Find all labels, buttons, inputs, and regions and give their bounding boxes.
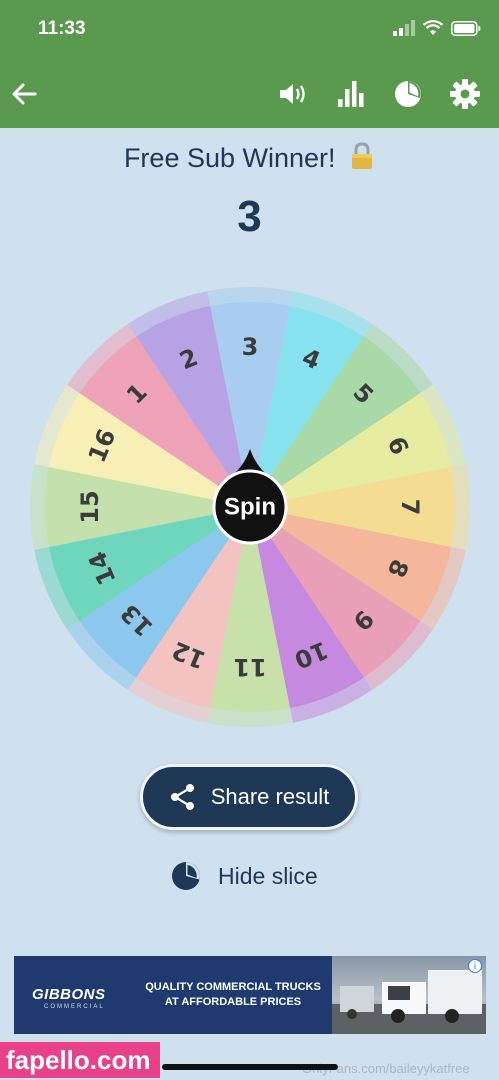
wheel-slice-label: 7 [396, 499, 424, 516]
spin-result: 3 [237, 192, 262, 241]
wheel-slice-label: 11 [233, 653, 266, 681]
ad-banner[interactable]: GIBBONS COMMERCIAL QUALITY COMMERCIAL TR… [14, 956, 486, 1034]
wheel-title: Free Sub Winner! [0, 142, 499, 174]
status-bar: 11:33 [0, 0, 499, 60]
ad-truck-image [332, 956, 486, 1034]
battery-icon [451, 20, 481, 36]
pie-slice-icon [172, 862, 200, 890]
ad-line-1: QUALITY COMMERCIAL TRUCKS [145, 981, 321, 993]
spin-wheel[interactable]: 3 4 5 6 7 8 9 10 11 12 13 14 15 16 1 2 Spin [29, 287, 470, 727]
wheel-slice-label: 15 [76, 490, 104, 523]
pie-chart-icon[interactable] [390, 76, 426, 112]
status-icons [393, 20, 481, 36]
share-result-label: Share result [210, 784, 330, 809]
spin-button-label: Spin [224, 494, 276, 521]
ad-line-2: AT AFFORDABLE PRICES [164, 996, 302, 1008]
ad-brand: GIBBONS [32, 986, 106, 1003]
share-icon [170, 784, 194, 810]
ad-info-icon[interactable]: i [468, 959, 482, 973]
share-result-button[interactable]: Share result [140, 764, 358, 830]
status-time: 11:33 [38, 18, 86, 39]
wifi-icon [423, 20, 443, 35]
ad-brand-sub: COMMERCIAL [44, 1004, 105, 1010]
hide-slice-button[interactable]: Hide slice [170, 858, 318, 894]
wheel-graphic[interactable]: 3 4567891011121314151612Spin [29, 287, 470, 727]
wheel-title-text: Free Sub Winner! [123, 143, 336, 173]
stats-icon[interactable] [332, 76, 368, 112]
volume-icon[interactable] [276, 76, 312, 112]
app-bar [0, 60, 499, 128]
lock-icon [352, 142, 373, 169]
signal-icon [393, 20, 415, 36]
watermark-badge: fapello.com [0, 1042, 160, 1078]
ad-text: QUALITY COMMERCIAL TRUCKS AT AFFORDABLE … [138, 980, 328, 1010]
arrow-left-icon[interactable] [6, 76, 42, 112]
hide-slice-label: Hide slice [218, 862, 318, 889]
home-indicator [162, 1064, 338, 1070]
gear-icon[interactable] [447, 76, 483, 112]
wheel-slice-label: 3 [242, 333, 259, 361]
